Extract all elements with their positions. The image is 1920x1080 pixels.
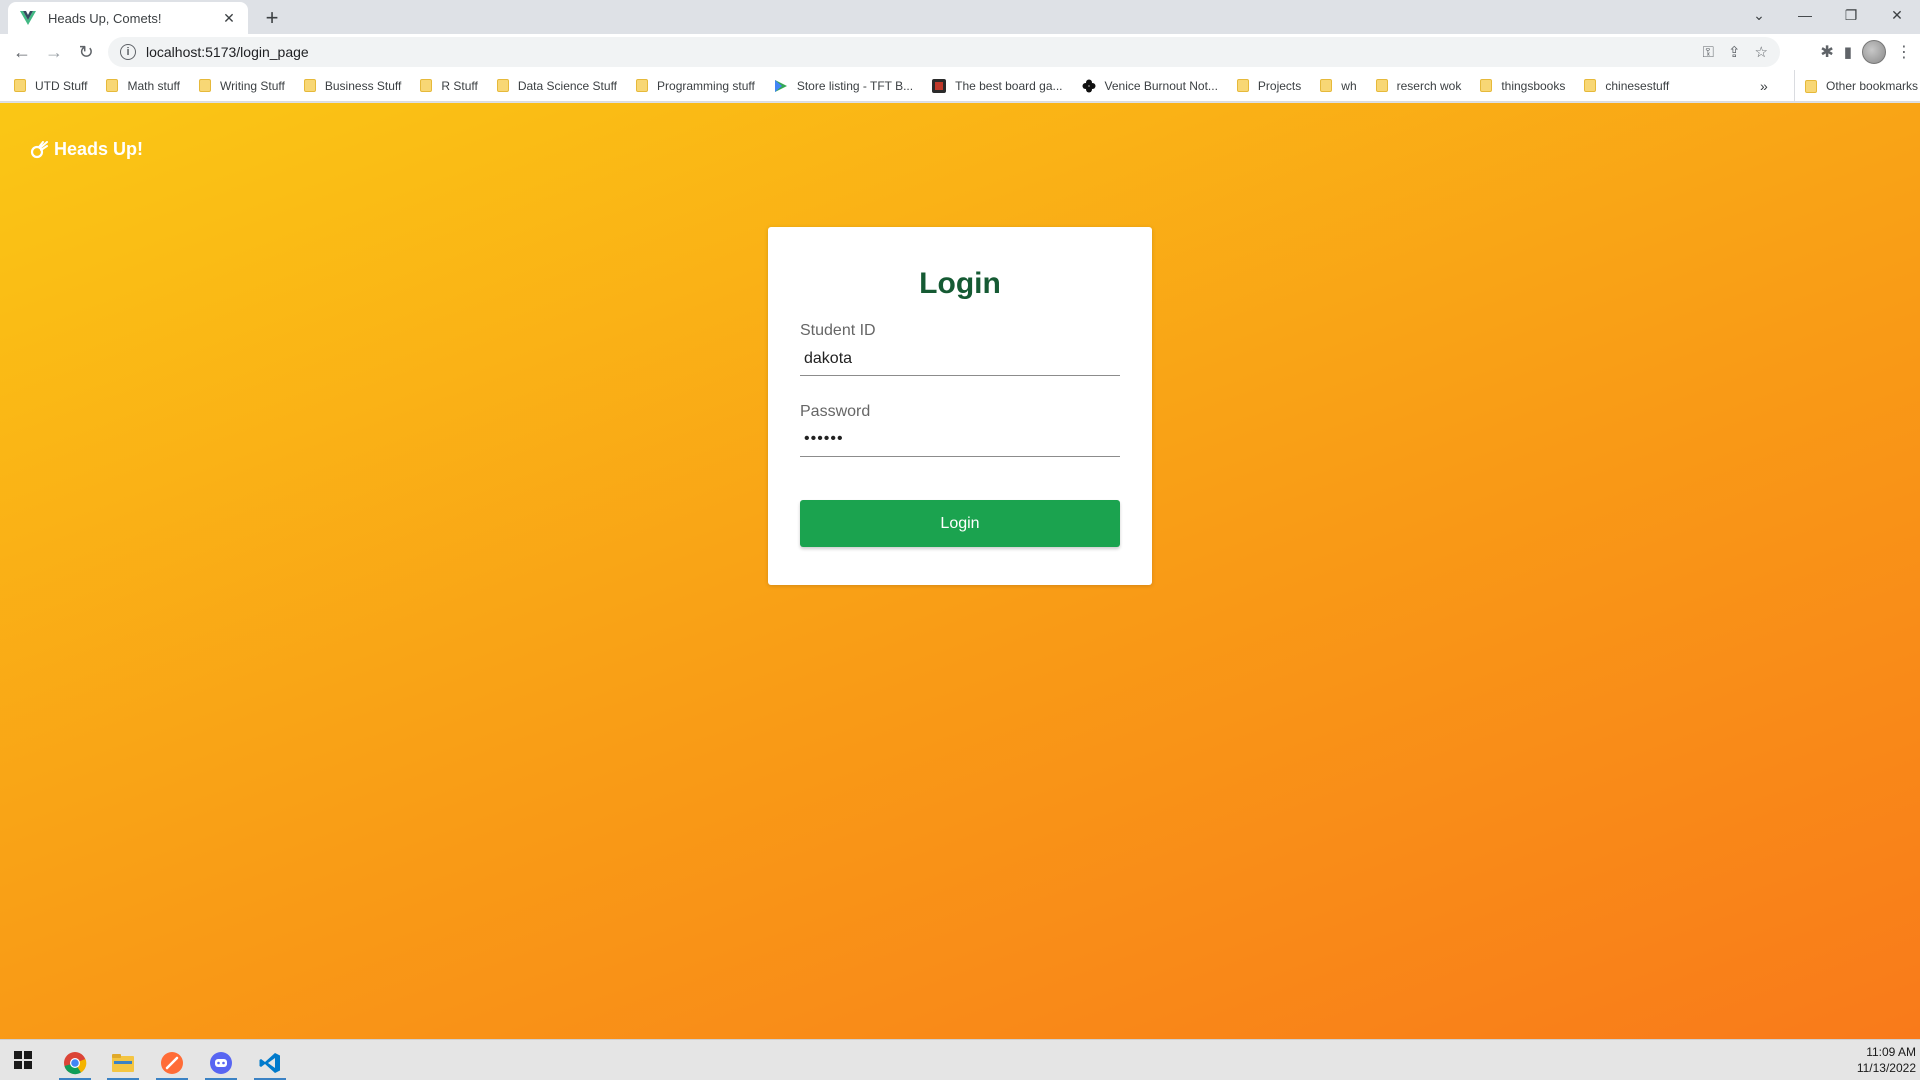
omnibox-actions: ⚿ ⇪ ☆	[1703, 37, 1768, 67]
bookmark-item[interactable]: Data Science Stuff	[496, 78, 618, 93]
bookmark-label: wh	[1341, 78, 1357, 93]
share-icon[interactable]: ⇪	[1728, 43, 1741, 61]
bookmark-label: Store listing - TFT B...	[796, 78, 914, 93]
bookmark-label: Programming stuff	[657, 78, 755, 93]
browser-tab[interactable]: Heads Up, Comets! ✕	[8, 2, 248, 34]
more-bookmarks-icon[interactable]: »	[1760, 70, 1768, 102]
restore-icon[interactable]: ❐	[1828, 0, 1874, 30]
student-id-input[interactable]	[800, 342, 1120, 376]
bookmark-item[interactable]: The best board ga...	[932, 78, 1063, 93]
bookmark-item[interactable]: R Stuff	[420, 78, 478, 93]
folder-icon	[1236, 79, 1249, 92]
app-brand[interactable]: Heads Up!	[30, 139, 143, 160]
folder-icon	[1320, 79, 1333, 92]
tab-search-icon[interactable]: ⌄	[1736, 0, 1782, 30]
star-icon[interactable]: ☆	[1755, 43, 1768, 61]
bookmark-label: Writing Stuff	[219, 78, 285, 93]
password-value: ••••••	[804, 430, 844, 447]
folder-icon	[420, 79, 433, 92]
bookmark-item[interactable]: Projects	[1236, 78, 1302, 93]
toolbar-right: ✱ ▮ ⋮	[1820, 36, 1912, 68]
menu-icon[interactable]: ⋮	[1896, 42, 1912, 62]
bookmark-label: UTD Stuff	[35, 78, 88, 93]
bookmark-item[interactable]: chinesestuff	[1584, 79, 1669, 93]
back-icon[interactable]: ←	[6, 36, 38, 68]
bookmark-item[interactable]: Venice Burnout Not...	[1082, 79, 1218, 93]
close-tab-icon[interactable]: ✕	[220, 9, 238, 27]
file-explorer-icon[interactable]	[103, 1044, 143, 1080]
folder-icon	[636, 79, 649, 92]
bookmark-label: thingsbooks	[1501, 78, 1566, 93]
password-input[interactable]	[800, 423, 1120, 457]
clover-icon	[1082, 79, 1096, 93]
bookmark-label: R Stuff	[441, 78, 478, 93]
bookmark-label: Projects	[1257, 78, 1302, 93]
clock-time: 11:09 AM	[1866, 1045, 1916, 1059]
windows-start-icon[interactable]	[14, 1051, 32, 1069]
folder-icon	[198, 79, 211, 92]
bookmark-item[interactable]: thingsbooks	[1480, 79, 1565, 93]
bookmarks-bar: UTD Stuff Math stuff Writing Stuff Business…	[0, 70, 1920, 102]
login-title: Login	[919, 267, 1001, 300]
bookmark-label: Venice Burnout Not...	[1104, 78, 1218, 93]
folder-icon	[1805, 79, 1817, 93]
password-label: Password	[800, 403, 871, 420]
postman-icon[interactable]	[152, 1044, 192, 1080]
discord-icon[interactable]	[201, 1044, 241, 1080]
bookmark-item[interactable]: UTD Stuff	[14, 79, 87, 93]
bookmark-item[interactable]: reserch wok	[1375, 78, 1462, 93]
app-page: Heads Up! Login Student ID Password ••••…	[0, 103, 1920, 1039]
other-bookmarks-label: Other bookmarks	[1826, 79, 1919, 93]
system-clock[interactable]: 11:09 AM 11/13/2022	[1857, 1044, 1916, 1076]
brand-label: Heads Up!	[54, 139, 144, 159]
site-info-icon[interactable]: i	[120, 44, 136, 60]
profile-avatar[interactable]	[1862, 40, 1886, 64]
clock-date: 11/13/2022	[1856, 1061, 1916, 1075]
new-tab-button[interactable]: +	[258, 4, 286, 32]
bookmark-item[interactable]: Business Stuff	[303, 78, 402, 93]
folder-icon	[303, 79, 316, 92]
vue-logo-icon	[20, 10, 38, 26]
folder-icon	[1480, 79, 1493, 92]
login-card: Login Student ID Password •••••• Login	[768, 227, 1152, 585]
bookmark-label: The best board ga...	[955, 78, 1063, 93]
browser-toolbar: ← → ↻ i localhost:5173/login_page ⚿ ⇪ ☆ …	[0, 34, 1920, 70]
minimize-icon[interactable]: —	[1782, 0, 1828, 30]
vscode-icon[interactable]	[250, 1044, 290, 1080]
bookmark-item[interactable]: Programming stuff	[636, 79, 755, 93]
folder-icon	[496, 79, 509, 92]
bookmark-label: Data Science Stuff	[517, 78, 618, 93]
bookmark-label: Business Stuff	[324, 78, 402, 93]
key-icon[interactable]: ⚿	[1703, 44, 1714, 61]
forward-icon[interactable]: →	[38, 36, 70, 68]
tab-title: Heads Up, Comets!	[48, 10, 162, 26]
chrome-icon[interactable]	[55, 1044, 95, 1080]
window-controls: ⌄ — ❐ ✕	[1736, 0, 1920, 30]
bookmark-label: Math stuff	[127, 78, 180, 93]
student-id-label: Student ID	[800, 322, 876, 339]
folder-icon	[1375, 79, 1388, 92]
bookmark-item[interactable]: wh	[1320, 78, 1357, 93]
windows-taskbar: 11:09 AM 11/13/2022	[0, 1039, 1920, 1080]
bookmark-label: reserch wok	[1396, 78, 1462, 93]
comet-icon	[30, 140, 48, 159]
url-text[interactable]: localhost:5173/login_page	[146, 44, 309, 60]
address-bar[interactable]: i localhost:5173/login_page ⚿ ⇪ ☆	[108, 37, 1780, 67]
extensions-icon[interactable]: ✱	[1820, 42, 1833, 62]
close-window-icon[interactable]: ✕	[1874, 0, 1920, 30]
site-icon	[932, 78, 947, 93]
bookmark-label: chinesestuff	[1605, 78, 1670, 93]
bookmark-item[interactable]: Math stuff	[106, 78, 180, 93]
bookmark-item[interactable]: Writing Stuff	[198, 78, 285, 93]
side-panel-icon[interactable]: ▮	[1844, 43, 1852, 61]
bookmark-item[interactable]: Store listing - TFT B...	[774, 79, 913, 93]
tab-strip: Heads Up, Comets! ✕ + ⌄ — ❐ ✕	[0, 0, 1920, 34]
other-bookmarks[interactable]: Other bookmarks	[1794, 70, 1918, 102]
login-button[interactable]: Login	[800, 500, 1120, 547]
folder-icon	[106, 79, 119, 92]
play-store-icon	[774, 79, 788, 93]
folder-icon	[14, 79, 26, 92]
folder-icon	[1584, 79, 1597, 92]
reload-icon[interactable]: ↻	[70, 36, 102, 68]
